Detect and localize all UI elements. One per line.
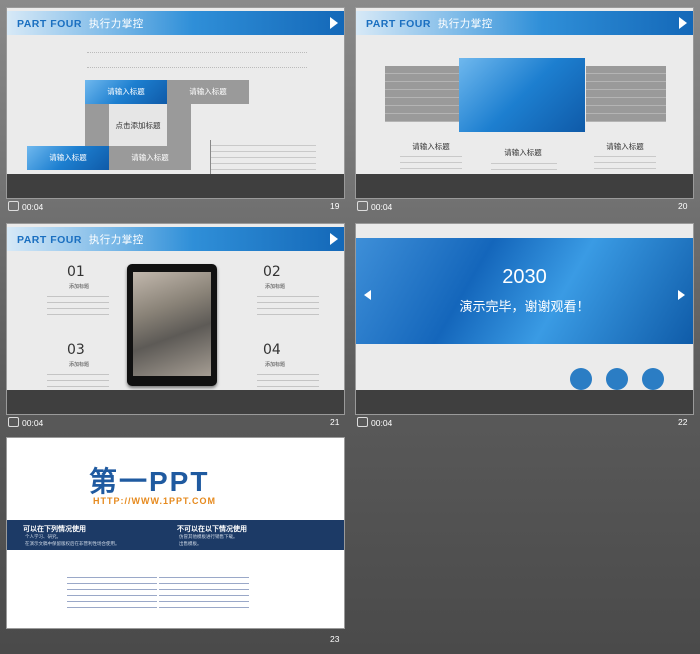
callout-box xyxy=(385,66,465,122)
transition-icon xyxy=(357,417,368,427)
transition-icon xyxy=(8,201,19,211)
slide-thumbnail-20[interactable]: PART FOUR 执行力掌控 请输入标题 请输入标题 请输入标题 xyxy=(356,8,693,198)
slide-header: PART FOUR 执行力掌控 xyxy=(7,227,344,251)
title-box: 请输入标题 xyxy=(27,146,109,170)
label-text: 请输入标题 xyxy=(504,148,542,157)
item-number: 04 xyxy=(263,342,281,358)
title-box: 请输入标题 xyxy=(85,80,167,104)
list-icon xyxy=(606,368,628,390)
lightbulb-icon xyxy=(642,368,664,390)
brand-logo: 第一PPT xyxy=(89,466,210,497)
item-number: 02 xyxy=(263,264,281,280)
title-box: 请输入标题 xyxy=(167,80,249,104)
brand-url: HTTP://WWW.1PPT.COM xyxy=(93,496,216,506)
blue-banner xyxy=(356,238,693,344)
connector-box xyxy=(167,104,191,148)
forbidden-item: 仿冒其他模板进行销售下载。 xyxy=(179,535,238,540)
slide-footer-bar xyxy=(7,390,344,414)
slide-timing: 00:04 xyxy=(357,417,392,428)
transition-icon xyxy=(357,201,368,211)
item-title: 添加标题 xyxy=(69,284,90,290)
slide-number: 20 xyxy=(678,201,688,211)
slide-number: 23 xyxy=(330,634,340,644)
arrow-right-icon xyxy=(678,290,685,300)
links-list xyxy=(67,572,157,610)
body-text-placeholder xyxy=(210,140,316,176)
slide-timing: 00:04 xyxy=(8,417,43,428)
callout-box xyxy=(586,66,666,122)
tablet-image xyxy=(127,264,217,386)
allowed-heading: 可以在下列情况使用 xyxy=(23,525,86,533)
allowed-item: 在演示文稿中保留版权后在非营利性场合使用。 xyxy=(25,542,120,547)
slide-number: 21 xyxy=(330,417,340,427)
slide-number: 19 xyxy=(330,201,340,211)
handshake-photo xyxy=(133,272,211,376)
links-list xyxy=(159,572,249,610)
item-number: 01 xyxy=(67,264,85,280)
monitor-icon xyxy=(570,368,592,390)
closing-year: 2030 xyxy=(502,266,547,288)
item-title: 添加标题 xyxy=(69,362,90,368)
allowed-item: 个人学习、研究。 xyxy=(25,535,61,540)
body-text-placeholder xyxy=(257,291,319,315)
header-title: PART FOUR 执行力掌控 xyxy=(366,18,493,30)
center-title-box: 点击添加标题 xyxy=(109,104,167,148)
slide-thumbnail-23[interactable]: 第一PPT HTTP://WWW.1PPT.COM 可以在下列情况使用 个人学习… xyxy=(7,438,344,628)
slide-header: PART FOUR 执行力掌控 xyxy=(7,11,344,35)
body-text-placeholder xyxy=(47,291,109,315)
forbidden-heading: 不可以在以下情况使用 xyxy=(177,525,247,533)
header-title: PART FOUR 执行力掌控 xyxy=(17,18,144,30)
callout-box-highlight xyxy=(459,58,585,132)
slide-footer-bar xyxy=(356,390,693,414)
title-box: 请输入标题 xyxy=(109,146,191,170)
closing-message: 演示完毕，谢谢观看！ xyxy=(459,300,590,315)
transition-icon xyxy=(8,417,19,427)
slide-thumbnail-21[interactable]: PART FOUR 执行力掌控 01 添加标题 03 添加标题 02 添加标题 … xyxy=(7,224,344,414)
header-title: PART FOUR 执行力掌控 xyxy=(17,234,144,246)
slide-header: PART FOUR 执行力掌控 xyxy=(356,11,693,35)
slide-footer-bar xyxy=(7,174,344,198)
arrow-left-icon xyxy=(364,290,371,300)
slide-timing: 00:04 xyxy=(357,201,392,212)
item-number: 03 xyxy=(67,342,85,358)
arrow-right-icon xyxy=(330,233,338,245)
item-title: 添加标题 xyxy=(265,362,286,368)
slide-number: 22 xyxy=(678,417,688,427)
slide-timing: 00:04 xyxy=(8,201,43,212)
arrow-right-icon xyxy=(330,17,338,29)
slide-thumbnail-19[interactable]: PART FOUR 执行力掌控 请输入标题 请输入标题 点击添加标题 请输入标题… xyxy=(7,8,344,198)
arrow-right-icon xyxy=(679,17,687,29)
connector-box xyxy=(85,104,109,148)
forbidden-item: 出售模板。 xyxy=(179,542,202,547)
slide-thumbnail-22[interactable]: 2030 演示完毕，谢谢观看！ xyxy=(356,224,693,414)
slide-footer-bar xyxy=(356,174,693,198)
body-text-placeholder xyxy=(87,52,307,68)
item-title: 添加标题 xyxy=(265,284,286,290)
